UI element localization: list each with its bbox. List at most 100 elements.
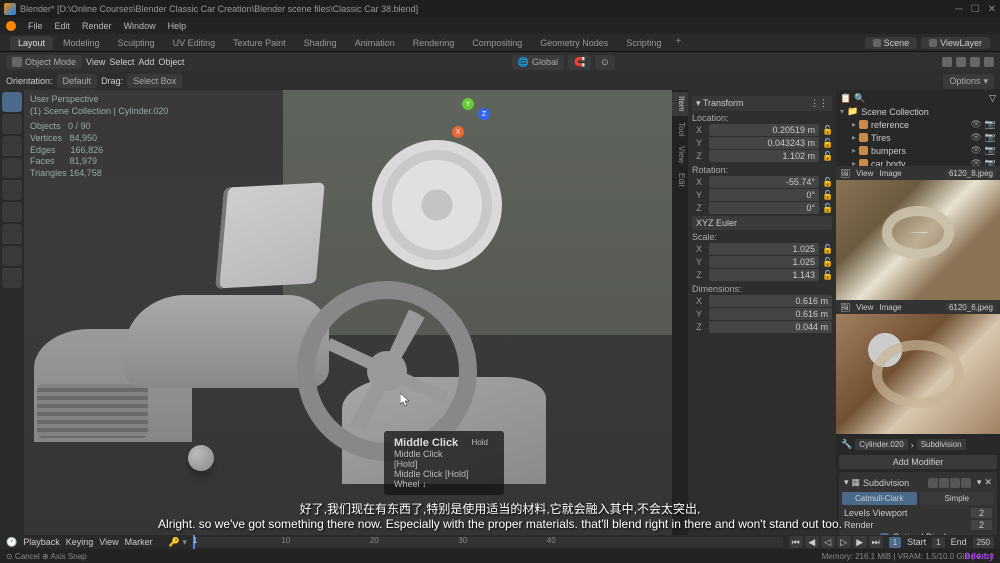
- jump-end-button[interactable]: ⏭: [869, 536, 883, 548]
- modifier-name[interactable]: Subdivision: [863, 478, 909, 488]
- outliner-item[interactable]: ▸reference👁📷: [838, 118, 998, 131]
- jump-start-button[interactable]: ⏮: [789, 536, 803, 548]
- menu-object[interactable]: Object: [158, 57, 184, 67]
- viewlayer-selector[interactable]: ViewLayer: [921, 37, 990, 49]
- add-cube-tool[interactable]: [2, 268, 22, 288]
- tab-animation[interactable]: Animation: [347, 36, 403, 50]
- lock-icon[interactable]: 🔓: [822, 190, 832, 201]
- tab-rendering[interactable]: Rendering: [405, 36, 463, 50]
- timeline-marker[interactable]: Marker: [125, 537, 153, 547]
- modifier-close[interactable]: ✕: [984, 477, 992, 488]
- npanel-tab-item[interactable]: Item: [672, 92, 688, 116]
- tab-texture-paint[interactable]: Texture Paint: [225, 36, 294, 50]
- loc-z-field[interactable]: 1.102 m: [709, 150, 819, 162]
- play-reverse-button[interactable]: ◁: [821, 536, 835, 548]
- npanel-tab-tool[interactable]: Tool: [672, 118, 688, 141]
- start-frame-field[interactable]: 1: [932, 537, 944, 548]
- tab-uv-editing[interactable]: UV Editing: [165, 36, 224, 50]
- img-menu-view[interactable]: View: [856, 303, 873, 312]
- outliner-item[interactable]: ▸Tires👁📷: [838, 131, 998, 144]
- clock-icon[interactable]: 🕐: [6, 537, 17, 548]
- add-workspace-button[interactable]: +: [675, 36, 681, 50]
- dim-x-field[interactable]: 0.616 m: [709, 295, 832, 307]
- dim-z-field[interactable]: 0.044 m: [709, 321, 832, 333]
- orientation-dropdown[interactable]: Default: [57, 74, 98, 88]
- image-editor-1[interactable]: 🖼ViewImage6120_8.jpeg: [836, 166, 1000, 300]
- image-filename[interactable]: 6120_6.jpeg: [946, 303, 996, 312]
- menu-select[interactable]: Select: [109, 57, 134, 67]
- lock-icon[interactable]: 🔓: [822, 151, 832, 162]
- axis-gizmo[interactable]: X Y Z: [448, 96, 492, 140]
- scl-x-field[interactable]: 1.025: [709, 243, 819, 255]
- menu-help[interactable]: Help: [168, 21, 187, 31]
- proportional-edit[interactable]: ⊙: [595, 55, 615, 70]
- outliner-item[interactable]: ▸car body👁📷: [838, 157, 998, 166]
- tab-sculpting[interactable]: Sculpting: [110, 36, 163, 50]
- menu-window[interactable]: Window: [124, 21, 156, 31]
- outliner-type-icon[interactable]: 📋: [840, 93, 851, 104]
- play-button[interactable]: ▷: [837, 536, 851, 548]
- orientation-selector[interactable]: 🌐Global: [512, 55, 564, 70]
- shading-rendered[interactable]: [984, 57, 994, 67]
- menu-add[interactable]: Add: [138, 57, 154, 67]
- timeline-playback[interactable]: Playback: [23, 537, 60, 547]
- tab-modeling[interactable]: Modeling: [55, 36, 108, 50]
- mod-show-edit[interactable]: [950, 478, 960, 488]
- minimize-button[interactable]: ─: [956, 4, 963, 15]
- lock-icon[interactable]: 🔓: [822, 125, 832, 136]
- axis-y[interactable]: Y: [462, 98, 474, 110]
- shading-wireframe[interactable]: [942, 57, 952, 67]
- filter-icon[interactable]: 🔍: [854, 93, 865, 104]
- outliner-item[interactable]: ▸bumpers👁📷: [838, 144, 998, 157]
- tab-scripting[interactable]: Scripting: [618, 36, 669, 50]
- menu-file[interactable]: File: [28, 21, 43, 31]
- modifier-breadcrumb[interactable]: Subdivision: [917, 439, 966, 450]
- move-tool[interactable]: [2, 136, 22, 156]
- lock-icon[interactable]: 🔓: [822, 257, 832, 268]
- mode-selector[interactable]: Object Mode: [6, 55, 82, 69]
- modifier-menu[interactable]: ▾: [977, 477, 982, 488]
- next-keyframe-button[interactable]: ▶: [853, 536, 867, 548]
- transform-tool[interactable]: [2, 202, 22, 222]
- img-menu-image[interactable]: Image: [879, 303, 901, 312]
- snap-toggle[interactable]: 🧲: [568, 55, 591, 70]
- object-breadcrumb[interactable]: Cylinder.020: [855, 439, 907, 450]
- scl-y-field[interactable]: 1.025: [709, 256, 819, 268]
- annotate-tool[interactable]: [2, 224, 22, 244]
- menu-edit[interactable]: Edit: [55, 21, 71, 31]
- timeline-view[interactable]: View: [99, 537, 118, 547]
- img-menu-image[interactable]: Image: [879, 169, 901, 178]
- timeline-keying[interactable]: Keying: [66, 537, 94, 547]
- rotate-tool[interactable]: [2, 158, 22, 178]
- end-frame-field[interactable]: 250: [973, 537, 994, 548]
- select-box-tool[interactable]: [2, 92, 22, 112]
- mod-show-viewport[interactable]: [928, 478, 938, 488]
- scale-tool[interactable]: [2, 180, 22, 200]
- rot-x-field[interactable]: -55.74°: [709, 176, 819, 188]
- lock-icon[interactable]: 🔓: [822, 270, 832, 281]
- tab-shading[interactable]: Shading: [296, 36, 345, 50]
- transform-header[interactable]: ▾ Transform⋮⋮: [692, 96, 832, 111]
- mod-show-render[interactable]: [939, 478, 949, 488]
- dim-y-field[interactable]: 0.616 m: [709, 308, 832, 320]
- timeline-track[interactable]: 1 10 20 30 40: [193, 537, 783, 547]
- simple-tab[interactable]: Simple: [920, 492, 995, 505]
- tab-geometry-nodes[interactable]: Geometry Nodes: [532, 36, 616, 50]
- rotation-mode-dropdown[interactable]: XYZ Euler: [692, 216, 832, 230]
- filter-button[interactable]: ▽: [989, 93, 996, 104]
- lock-icon[interactable]: 🔓: [822, 244, 832, 255]
- loc-y-field[interactable]: 0.043243 m: [709, 137, 819, 149]
- catmull-clark-tab[interactable]: Catmull-Clark: [842, 492, 917, 505]
- loc-x-field[interactable]: 0.20519 m: [709, 124, 819, 136]
- add-modifier-button[interactable]: Add Modifier: [839, 455, 997, 469]
- scene-selector[interactable]: Scene: [865, 37, 918, 49]
- rot-z-field[interactable]: 0°: [709, 202, 819, 214]
- maximize-button[interactable]: ☐: [971, 4, 980, 15]
- cursor-tool[interactable]: [2, 114, 22, 134]
- menu-view[interactable]: View: [86, 57, 105, 67]
- current-frame-field[interactable]: 1: [889, 537, 901, 548]
- lock-icon[interactable]: 🔓: [822, 138, 832, 149]
- levels-viewport-field[interactable]: 2: [971, 508, 992, 518]
- image-filename[interactable]: 6120_8.jpeg: [946, 169, 996, 178]
- npanel-tab-edit[interactable]: Edit: [672, 169, 688, 191]
